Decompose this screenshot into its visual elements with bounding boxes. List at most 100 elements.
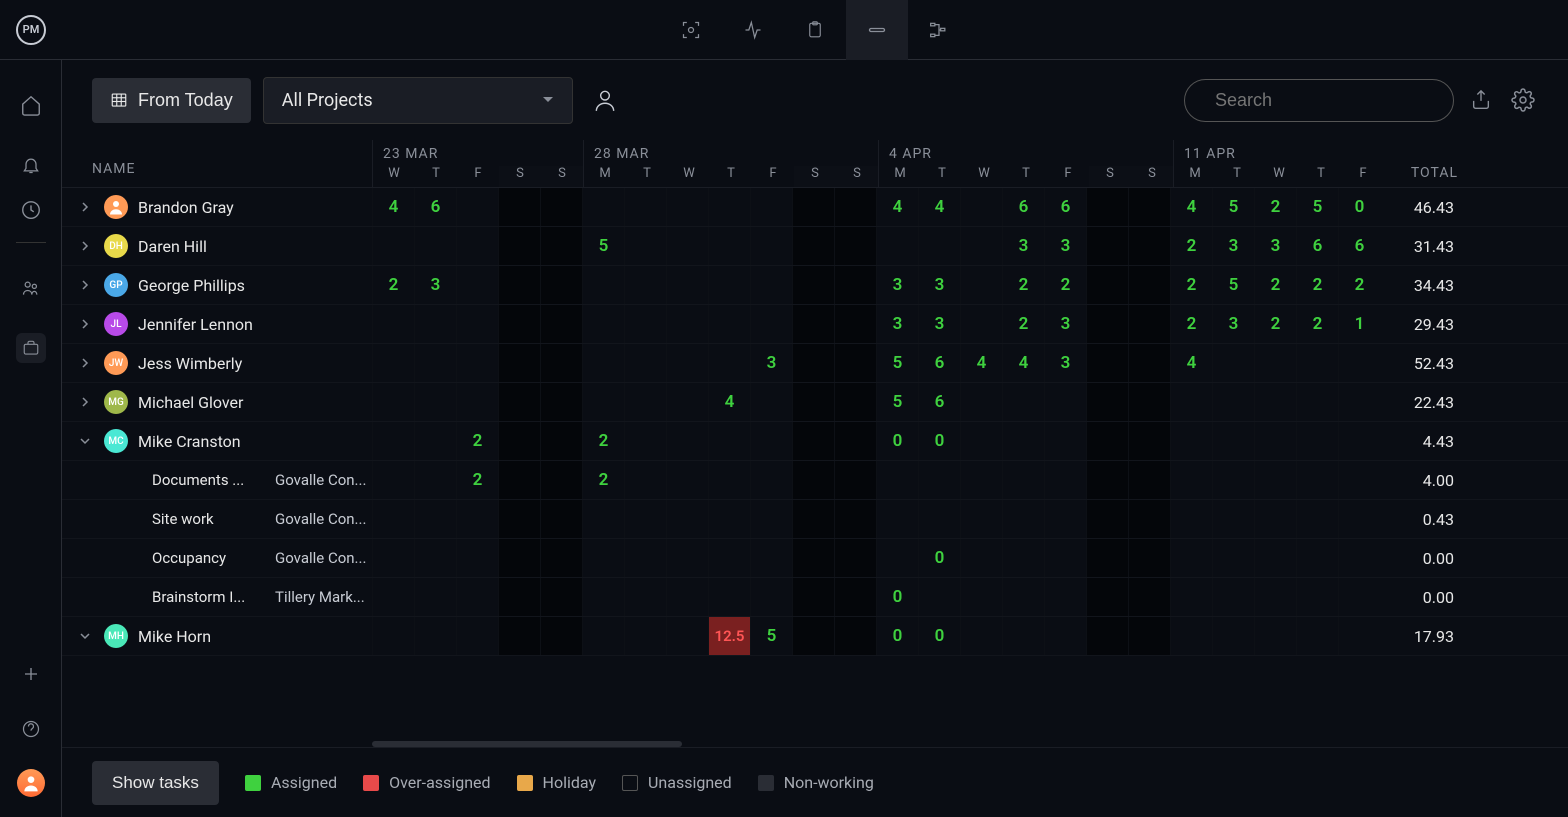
day-cell[interactable] [1296,344,1338,382]
day-cell[interactable] [1338,383,1380,421]
day-cell[interactable] [750,266,792,304]
day-cell[interactable] [1254,578,1296,616]
day-cell[interactable] [624,188,666,226]
day-cell[interactable]: 0 [918,617,960,655]
day-cell[interactable] [456,617,498,655]
day-cell[interactable] [960,305,1002,343]
day-cell[interactable] [1254,344,1296,382]
day-cell[interactable]: 5 [876,344,918,382]
day-cell[interactable] [750,578,792,616]
day-cell[interactable] [540,266,582,304]
day-cell[interactable] [1212,344,1254,382]
day-cell[interactable] [372,227,414,265]
day-cell[interactable] [1044,422,1086,460]
day-cell[interactable] [708,227,750,265]
day-cell[interactable] [1128,617,1170,655]
day-cell[interactable] [792,383,834,421]
day-cell[interactable]: 2 [372,266,414,304]
day-cell[interactable] [456,578,498,616]
day-cell[interactable] [960,227,1002,265]
day-cell[interactable]: 6 [1044,188,1086,226]
day-cell[interactable]: 2 [582,461,624,499]
day-cell[interactable]: 3 [918,305,960,343]
day-cell[interactable] [624,578,666,616]
day-cell[interactable]: 6 [1296,227,1338,265]
day-cell[interactable] [540,461,582,499]
day-cell[interactable]: 2 [1296,266,1338,304]
day-cell[interactable] [834,305,876,343]
day-cell[interactable] [834,461,876,499]
day-cell[interactable] [456,344,498,382]
day-cell[interactable] [372,422,414,460]
day-cell[interactable] [1338,578,1380,616]
day-cell[interactable]: 0 [1338,188,1380,226]
day-cell[interactable] [666,500,708,538]
day-cell[interactable] [1002,539,1044,577]
add-icon[interactable] [16,659,46,689]
day-cell[interactable] [1212,383,1254,421]
day-cell[interactable] [918,500,960,538]
day-cell[interactable]: 3 [1044,305,1086,343]
day-cell[interactable] [1044,500,1086,538]
day-cell[interactable] [834,578,876,616]
day-cell[interactable]: 3 [1254,227,1296,265]
day-cell[interactable] [960,539,1002,577]
day-cell[interactable] [414,305,456,343]
day-cell[interactable]: 2 [1044,266,1086,304]
day-cell[interactable] [1338,500,1380,538]
day-cell[interactable] [834,344,876,382]
day-cell[interactable] [540,617,582,655]
day-cell[interactable]: 5 [1212,266,1254,304]
day-cell[interactable] [582,305,624,343]
day-cell[interactable] [1086,578,1128,616]
day-cell[interactable] [1254,500,1296,538]
day-cell[interactable] [708,305,750,343]
day-cell[interactable] [1128,539,1170,577]
day-cell[interactable] [708,344,750,382]
search-input[interactable] [1215,90,1447,111]
day-cell[interactable] [1128,383,1170,421]
day-cell[interactable] [918,578,960,616]
day-cell[interactable] [498,578,540,616]
day-cell[interactable] [624,422,666,460]
day-cell[interactable] [666,227,708,265]
day-cell[interactable]: 3 [918,266,960,304]
day-cell[interactable]: 3 [876,305,918,343]
day-cell[interactable] [624,539,666,577]
chevron-down-icon[interactable] [76,437,94,445]
day-cell[interactable] [498,188,540,226]
day-cell[interactable] [582,266,624,304]
day-cell[interactable] [624,383,666,421]
day-cell[interactable]: 3 [750,344,792,382]
day-cell[interactable] [414,578,456,616]
day-cell[interactable]: 3 [1212,305,1254,343]
day-cell[interactable] [750,383,792,421]
day-cell[interactable] [414,383,456,421]
day-cell[interactable] [1338,461,1380,499]
day-cell[interactable] [498,539,540,577]
day-cell[interactable] [1002,617,1044,655]
day-cell[interactable] [792,500,834,538]
day-cell[interactable] [1170,578,1212,616]
day-cell[interactable] [834,500,876,538]
team-icon[interactable] [16,273,46,303]
day-cell[interactable] [1128,305,1170,343]
day-cell[interactable] [1254,617,1296,655]
help-icon[interactable] [16,714,46,744]
day-cell[interactable] [876,539,918,577]
chevron-right-icon[interactable] [76,240,94,252]
day-cell[interactable] [960,500,1002,538]
day-cell[interactable]: 2 [1296,305,1338,343]
day-cell[interactable] [792,422,834,460]
day-cell[interactable]: 6 [1338,227,1380,265]
day-cell[interactable]: 2 [456,422,498,460]
day-cell[interactable]: 4 [1002,344,1044,382]
day-cell[interactable]: 1 [1338,305,1380,343]
day-cell[interactable] [750,422,792,460]
day-cell[interactable] [540,500,582,538]
day-cell[interactable] [414,617,456,655]
day-cell[interactable] [666,461,708,499]
day-cell[interactable] [666,305,708,343]
day-cell[interactable] [624,344,666,382]
day-cell[interactable]: 0 [876,617,918,655]
